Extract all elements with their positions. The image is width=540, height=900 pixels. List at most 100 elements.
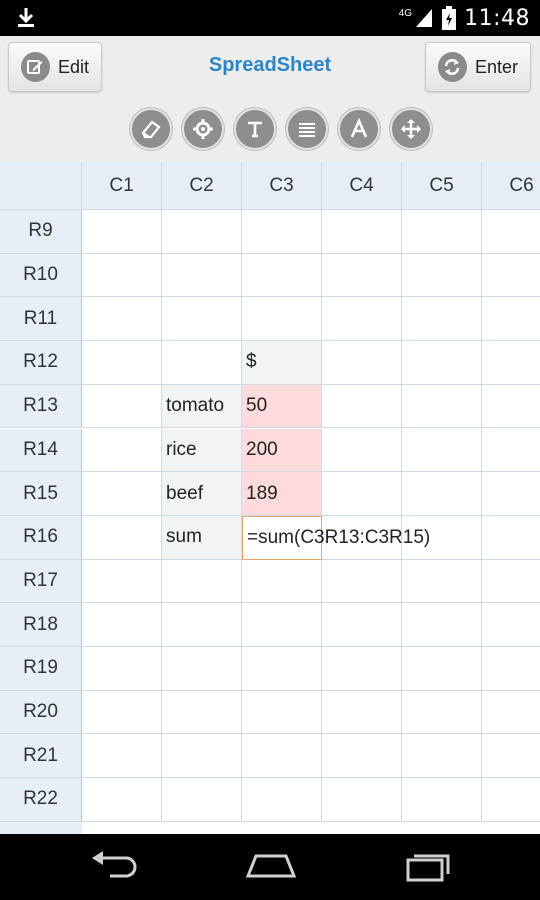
column-header-c5[interactable]: C5 <box>402 162 482 210</box>
cell-r9-c4[interactable] <box>322 210 402 254</box>
cell-r17-c2[interactable] <box>162 559 242 604</box>
text-format-icon[interactable] <box>234 108 276 150</box>
cell-r21-c2[interactable] <box>162 734 242 779</box>
cell-r9-c5[interactable] <box>402 210 482 254</box>
cell-r13-c5[interactable] <box>402 384 482 429</box>
cell-r18-c5[interactable] <box>402 603 482 647</box>
cell-r14-c4[interactable] <box>322 428 402 473</box>
row-header-r10[interactable]: R10 <box>0 253 82 298</box>
cell-r20-c4[interactable] <box>322 690 402 735</box>
cell-r15-c3[interactable]: 189 <box>242 472 322 516</box>
cell-r16-c1[interactable] <box>82 515 162 560</box>
cell-r11-c4[interactable] <box>322 297 402 342</box>
cell-r19-c4[interactable] <box>322 647 402 691</box>
row-header-r9[interactable]: R9 <box>0 210 82 254</box>
row-header-r12[interactable]: R12 <box>0 341 82 385</box>
row-header-r21[interactable]: R21 <box>0 734 82 779</box>
lines-icon[interactable] <box>286 108 328 150</box>
column-header-c4[interactable]: C4 <box>322 162 402 210</box>
cell-r13-c2[interactable]: tomato <box>162 384 242 429</box>
cell-r14-c2[interactable]: rice <box>162 428 242 473</box>
row-header-r18[interactable]: R18 <box>0 603 82 647</box>
cell-r11-c5[interactable] <box>402 297 482 342</box>
cell-r19-c5[interactable] <box>402 647 482 691</box>
row-header-r20[interactable]: R20 <box>0 690 82 735</box>
cell-r18-c6[interactable] <box>482 603 540 647</box>
cell-r10-c6[interactable] <box>482 254 540 298</box>
cell-r19-c2[interactable] <box>162 647 242 691</box>
cell-r11-c1[interactable] <box>82 297 162 342</box>
cell-r15-c5[interactable] <box>402 472 482 516</box>
row-header-r13[interactable]: R13 <box>0 384 82 429</box>
cell-r10-c3[interactable] <box>242 253 322 298</box>
cell-r9-c3[interactable] <box>242 210 322 254</box>
cell-r20-c3[interactable] <box>242 690 322 735</box>
cell-r13-c6[interactable] <box>482 385 540 429</box>
cell-r10-c1[interactable] <box>82 253 162 298</box>
row-header-r17[interactable]: R17 <box>0 559 82 604</box>
move-icon[interactable] <box>390 108 432 150</box>
cell-r18-c2[interactable] <box>162 603 242 647</box>
cell-r16-c6[interactable] <box>482 516 540 560</box>
cell-r15-c4[interactable] <box>322 472 402 516</box>
cell-r21-c6[interactable] <box>482 734 540 779</box>
cell-r13-c3[interactable]: 50 <box>242 384 322 429</box>
cell-r12-c3[interactable]: $ <box>242 341 322 385</box>
column-header-c3[interactable]: C3 <box>242 162 322 210</box>
cell-r15-c1[interactable] <box>82 472 162 516</box>
font-icon[interactable] <box>338 108 380 150</box>
recent-apps-icon[interactable] <box>404 848 454 884</box>
eraser-icon[interactable] <box>130 108 172 150</box>
cell-r22-c1[interactable] <box>82 778 162 822</box>
cell-r12-c4[interactable] <box>322 341 402 385</box>
column-header-c1[interactable]: C1 <box>82 162 162 210</box>
cell-r9-c6[interactable] <box>482 210 540 254</box>
cell-r22-c4[interactable] <box>322 778 402 822</box>
cell-r22-c6[interactable] <box>482 778 540 822</box>
column-header-c2[interactable]: C2 <box>162 162 242 210</box>
cell-r16-c2[interactable]: sum <box>162 515 242 560</box>
cell-r17-c3[interactable] <box>242 559 322 604</box>
cell-r22-c2[interactable] <box>162 778 242 822</box>
cell-r14-c5[interactable] <box>402 428 482 473</box>
cell-r9-c2[interactable] <box>162 210 242 254</box>
cell-r10-c5[interactable] <box>402 253 482 298</box>
cell-r13-c4[interactable] <box>322 384 402 429</box>
row-header-r22[interactable]: R22 <box>0 778 82 822</box>
cell-r22-c3[interactable] <box>242 778 322 822</box>
cell-r12-c6[interactable] <box>482 341 540 385</box>
cell-r17-c1[interactable] <box>82 559 162 604</box>
cell-r15-c6[interactable] <box>482 472 540 516</box>
cell-r12-c1[interactable] <box>82 341 162 385</box>
cell-r17-c5[interactable] <box>402 559 482 604</box>
enter-button[interactable]: Enter <box>425 42 531 92</box>
cell-r18-c1[interactable] <box>82 603 162 647</box>
cell-r11-c3[interactable] <box>242 297 322 342</box>
column-header-c6[interactable]: C6 <box>482 162 540 210</box>
cell-r10-c2[interactable] <box>162 253 242 298</box>
cell-r19-c1[interactable] <box>82 647 162 691</box>
cell-r9-c1[interactable] <box>82 210 162 254</box>
cell-r12-c2[interactable] <box>162 341 242 385</box>
cell-r14-c1[interactable] <box>82 428 162 473</box>
cell-r13-c1[interactable] <box>82 384 162 429</box>
row-header-r15[interactable]: R15 <box>0 472 82 516</box>
row-header-r14[interactable]: R14 <box>0 428 82 473</box>
row-header-r11[interactable]: R11 <box>0 297 82 342</box>
row-header-r19[interactable]: R19 <box>0 647 82 691</box>
cell-r18-c4[interactable] <box>322 603 402 647</box>
edit-button[interactable]: Edit <box>8 42 102 92</box>
cell-r14-c3[interactable]: 200 <box>242 428 322 473</box>
cell-r11-c2[interactable] <box>162 297 242 342</box>
cell-r17-c6[interactable] <box>482 560 540 604</box>
cell-r21-c4[interactable] <box>322 734 402 779</box>
cell-r12-c5[interactable] <box>402 341 482 385</box>
cell-r20-c1[interactable] <box>82 690 162 735</box>
back-icon[interactable] <box>88 848 138 884</box>
cell-r19-c6[interactable] <box>482 647 540 691</box>
cell-r10-c4[interactable] <box>322 253 402 298</box>
cell-r11-c6[interactable] <box>482 297 540 342</box>
gear-icon[interactable] <box>182 108 224 150</box>
row-header-r16[interactable]: R16 <box>0 515 82 560</box>
cell-r20-c6[interactable] <box>482 691 540 735</box>
